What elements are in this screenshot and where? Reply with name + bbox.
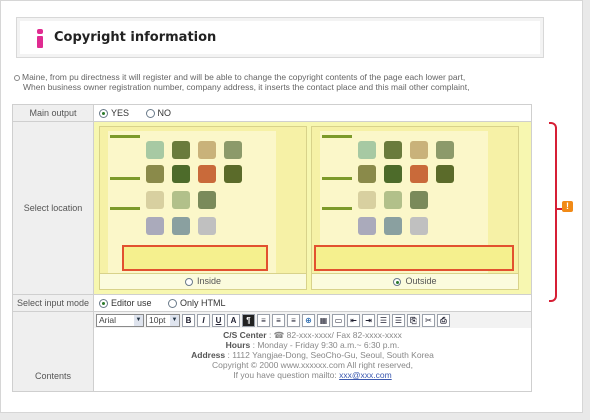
radio-location-inside[interactable] (184, 277, 193, 286)
description: Maine, from pu directness it will regist… (14, 72, 514, 92)
input-mode-label: Select input mode (12, 294, 94, 312)
main-output-label: Main output (12, 104, 94, 122)
title-box: Copyright information (16, 17, 544, 58)
main-output-yes-label: YES (111, 108, 130, 119)
input-mode-field: Editor use Only HTML (93, 294, 532, 312)
cs-center-label: C/S Center (223, 330, 267, 340)
paste-button[interactable]: ⎙ (437, 313, 450, 327)
underline-button[interactable]: U (212, 313, 225, 327)
align-left-button[interactable]: ≡ (257, 313, 270, 327)
copyright-panel: Copyright information Maine, from pu dir… (0, 0, 583, 413)
chevron-down-icon: ▼ (170, 314, 179, 326)
inside-preview-image (99, 126, 307, 274)
description-line-1: Maine, from pu directness it will regist… (22, 72, 466, 82)
font-color-button[interactable]: A (227, 313, 240, 327)
page-title: Copyright information (54, 30, 217, 45)
location-option-outside[interactable]: Outside (311, 126, 519, 290)
radio-main-output-yes[interactable] (99, 108, 108, 118)
copy-button[interactable]: ⎘ (407, 313, 420, 327)
hours-value: : Monday - Friday 9:30 a.m.~ 6:30 p.m. (252, 340, 400, 350)
only-html-label: Only HTML (180, 298, 226, 309)
editor-use-label: Editor use (111, 298, 152, 309)
hr-button[interactable]: ▭ (332, 313, 345, 327)
email-link[interactable]: xxx@xxx.com (339, 370, 392, 380)
outside-preview-image (311, 126, 519, 274)
bullet-icon (14, 74, 20, 81)
ordered-list-button[interactable]: ☰ (392, 313, 405, 327)
location-inside-label: Inside (196, 276, 222, 286)
cut-button[interactable]: ✂ (422, 313, 435, 327)
editor-content[interactable]: C/S Center : ☎ 82-xxx-xxxx/ Fax 82-xxxx-… (94, 328, 531, 380)
radio-only-html[interactable] (168, 298, 178, 308)
select-location-field: Inside Outside (93, 121, 532, 295)
indent-button[interactable]: ⇥ (362, 313, 375, 327)
main-output-field: YES NO (93, 104, 532, 122)
hours-label: Hours (225, 340, 251, 350)
contents-editor: Arial ▼ 10pt ▼ B I U A ¶ ≡ ≡ ≡ ⊕ ▦ ▭ ⇤ ⇥ ☰ (93, 311, 532, 392)
contents-label: Contents (12, 311, 94, 392)
select-location-label: Select location (12, 121, 94, 295)
description-line-2: When business owner registration number,… (23, 82, 470, 92)
address-label: Address (191, 350, 226, 360)
outside-footer-highlight (314, 245, 514, 271)
size-select-value: 10pt (149, 315, 166, 325)
radio-editor-use[interactable] (99, 298, 108, 308)
warning-icon: ! (562, 201, 573, 212)
size-select[interactable]: 10pt ▼ (146, 313, 180, 327)
table-button[interactable]: ▦ (317, 313, 330, 327)
location-outside-label: Outside (405, 276, 437, 286)
editor-toolbar: Arial ▼ 10pt ▼ B I U A ¶ ≡ ≡ ≡ ⊕ ▦ ▭ ⇤ ⇥ ☰ (94, 312, 531, 328)
font-select-value: Arial (99, 315, 117, 325)
italic-button[interactable]: I (197, 313, 210, 327)
radio-location-outside[interactable] (393, 277, 402, 286)
info-icon (37, 29, 43, 48)
cs-center-value: : ☎ 82-xxx-xxxx/ Fax 82-xxxx-xxxx (268, 330, 402, 340)
chevron-down-icon: ▼ (134, 314, 143, 326)
align-center-button[interactable]: ≡ (272, 313, 285, 327)
bg-color-button[interactable]: ¶ (242, 313, 255, 327)
link-button[interactable]: ⊕ (302, 313, 315, 327)
address-value: : 1112 Yangjae-Dong, SeoCho-Gu, Seoul, S… (227, 350, 434, 360)
settings-form: Main output YES NO Select location Insid… (12, 104, 532, 392)
bold-button[interactable]: B (182, 313, 195, 327)
copyright-line: Copyright © 2000 www.xxxxxx.com All righ… (212, 360, 413, 370)
main-output-no-label: NO (157, 108, 172, 119)
font-select[interactable]: Arial ▼ (96, 313, 144, 327)
annotation-bracket (549, 122, 557, 302)
align-right-button[interactable]: ≡ (287, 313, 300, 327)
location-option-inside[interactable]: Inside (99, 126, 307, 290)
outdent-button[interactable]: ⇤ (347, 313, 360, 327)
radio-main-output-no[interactable] (145, 108, 155, 118)
inside-footer-highlight (122, 245, 268, 271)
unordered-list-button[interactable]: ☰ (377, 313, 390, 327)
question-prefix: If you have question mailto: (233, 370, 337, 380)
